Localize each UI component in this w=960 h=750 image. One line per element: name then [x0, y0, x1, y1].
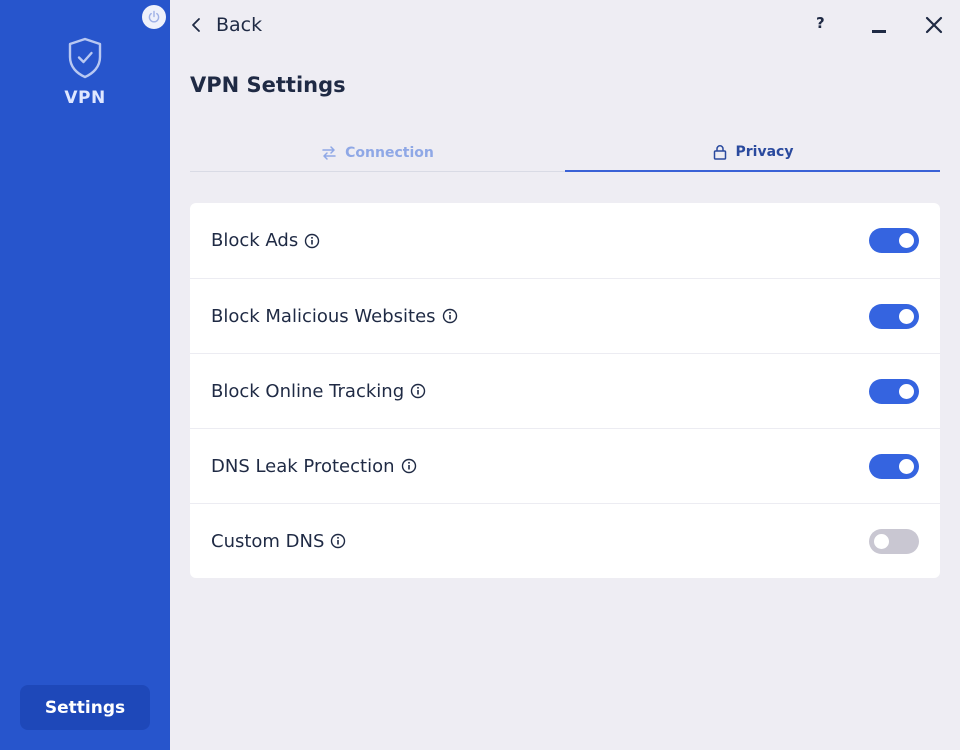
- tab-connection-label: Connection: [345, 144, 434, 161]
- toggle-knob: [874, 533, 889, 549]
- toggle-switch[interactable]: [869, 378, 919, 404]
- info-icon[interactable]: [401, 458, 417, 474]
- toggle-switch[interactable]: [869, 528, 919, 554]
- chevron-left-icon: [192, 18, 200, 32]
- settings-tabs: Connection Privacy: [190, 133, 940, 172]
- minimize-button[interactable]: [872, 30, 886, 33]
- setting-block-ads: Block Ads: [190, 203, 940, 278]
- setting-label: Block Ads: [211, 230, 299, 251]
- tab-privacy-label: Privacy: [735, 143, 794, 160]
- setting-label: Block Online Tracking: [211, 380, 405, 402]
- toggle-switch[interactable]: [869, 303, 919, 329]
- close-icon[interactable]: [925, 16, 943, 34]
- info-icon[interactable]: [330, 533, 346, 549]
- brand-label: VPN: [64, 88, 106, 108]
- toggle-knob: [899, 233, 914, 248]
- page-title: VPN Settings: [190, 73, 346, 97]
- help-button[interactable]: ?: [816, 14, 825, 32]
- tab-privacy[interactable]: Privacy: [565, 133, 940, 172]
- shield-check-icon: [68, 37, 102, 79]
- setting-custom-dns: Custom DNS: [190, 503, 940, 578]
- power-button[interactable]: [142, 5, 166, 29]
- brand: VPN: [0, 36, 170, 108]
- setting-label: DNS Leak Protection: [211, 455, 395, 477]
- setting-label: Custom DNS: [211, 530, 325, 552]
- swap-arrows-icon: [322, 145, 336, 160]
- toggle-switch[interactable]: [869, 453, 919, 479]
- back-label: Back: [216, 14, 263, 36]
- setting-block-malicious-websites: Block Malicious Websites: [190, 278, 940, 353]
- lock-icon: [713, 144, 726, 160]
- sidebar: VPN Settings: [0, 0, 170, 750]
- setting-label: Block Malicious Websites: [211, 305, 436, 327]
- toggle-knob: [899, 383, 914, 399]
- info-icon[interactable]: [304, 233, 320, 249]
- privacy-settings-list: Block Ads Block Malicious Websites Block…: [190, 203, 940, 578]
- power-icon: [148, 10, 160, 23]
- setting-dns-leak-protection: DNS Leak Protection: [190, 428, 940, 503]
- toggle-switch[interactable]: [869, 228, 919, 253]
- setting-block-online-tracking: Block Online Tracking: [190, 353, 940, 428]
- topbar: Back ?: [170, 0, 960, 50]
- settings-button[interactable]: Settings: [20, 685, 150, 730]
- toggle-knob: [899, 458, 914, 474]
- tab-connection[interactable]: Connection: [190, 133, 565, 172]
- info-icon[interactable]: [410, 383, 426, 399]
- back-button[interactable]: Back: [190, 12, 262, 38]
- info-icon[interactable]: [442, 308, 458, 324]
- toggle-knob: [899, 308, 914, 324]
